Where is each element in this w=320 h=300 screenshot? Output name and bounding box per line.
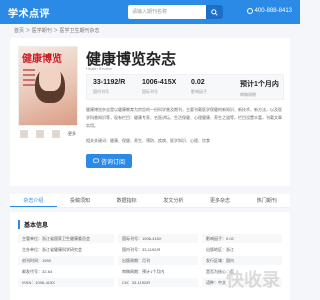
stat-domestic-issn: 33-1192/R 国内刊号: [87, 75, 136, 99]
basic-info-section: 基本信息 主管单位：浙江省国家卫生健康委员会 国际刊号：1006-415X 影响…: [10, 212, 290, 300]
journal-cover-image: 健康博览: [18, 46, 78, 126]
cover-thumbnail[interactable]: [52, 130, 60, 138]
stat-review-period: 预计1个月内 审稿周期: [234, 75, 283, 99]
journal-stats: 33-1192/R 国内刊号 1006-415X 国际刊号 0.02 影响因子 …: [86, 74, 284, 100]
consult-subscribe-button[interactable]: 咨询订阅: [86, 154, 132, 168]
journal-description: 健康博览杂志是以健康教育为宗旨的一份科学普及期刊，主要刊载医学保健的新知识、新技…: [86, 107, 282, 128]
info-cell: 出版周期：月刊: [118, 256, 198, 265]
tab-submission-guide[interactable]: 投稿须知: [57, 194, 104, 207]
stat-label: 影响因子: [191, 89, 207, 94]
chat-icon: [93, 158, 99, 164]
info-cell: ISSN：1006-415X: [18, 278, 114, 287]
journal-card: 健康博览 更多 健康博览杂志 Health Review 33-1192/R 国…: [10, 38, 290, 186]
consult-subscribe-label: 咨询订阅: [100, 159, 125, 166]
tab-publication-analysis[interactable]: 发文分析: [150, 194, 197, 207]
site-logo[interactable]: 学术点评: [8, 5, 50, 20]
phone-contact: 400-888-8413: [246, 8, 292, 14]
watermark-logo: 快收录: [226, 270, 280, 290]
info-cell: 创刊时间：1993: [18, 256, 114, 265]
info-cell: 影响因子：0.02: [202, 234, 282, 243]
info-cell: 主办单位：浙江省健康科学研究会: [22, 246, 82, 252]
info-cell: 国内刊号：33-1192/R: [122, 246, 161, 252]
cover-model-portrait: [35, 67, 65, 103]
search-button[interactable]: [206, 5, 223, 19]
basic-info-heading: 基本信息: [18, 220, 48, 229]
phone-icon: [246, 8, 253, 14]
stat-label: 国内刊号: [93, 89, 109, 94]
breadcrumb[interactable]: 首页 ＞ 医学期刊 ＞ 医学卫生期刊杂志: [14, 27, 100, 34]
stat-value: 1006-415X: [142, 79, 177, 86]
info-cell: 国际刊号：1006-415X: [118, 234, 198, 243]
info-cell: 主管单位：浙江省国家卫生健康委员会: [18, 234, 114, 243]
cover-thumbnails: 更多: [20, 130, 76, 138]
cover-title: 健康博览: [22, 54, 62, 65]
info-cell: 发行区域：国内: [202, 256, 282, 265]
tab-more-journals[interactable]: 更多杂志: [197, 194, 244, 207]
info-cell: 出版地区：浙江: [206, 246, 234, 252]
search-icon: [211, 8, 218, 16]
stat-impact-factor: 0.02 影响因子: [185, 75, 234, 99]
journal-keywords: 相关关键词：健康、保健、养生、预防、疾病、医学知识、心理、饮食: [86, 138, 210, 143]
stat-label: 国际刊号: [142, 89, 158, 94]
info-cell: CN：33-1192/R: [118, 278, 198, 287]
info-cell: 审稿周期：预计1个月内: [122, 268, 165, 274]
cover-text-lines: [23, 69, 35, 89]
stat-label: 审稿周期: [240, 92, 256, 97]
cover-thumbnail[interactable]: [20, 130, 28, 138]
tab-data-metrics[interactable]: 数据指标: [103, 194, 150, 207]
more-thumbnails-link[interactable]: 更多: [68, 131, 76, 137]
stat-value: 0.02: [191, 79, 205, 86]
cover-thumbnail[interactable]: [36, 130, 44, 138]
stat-value: 预计1个月内: [240, 81, 279, 88]
phone-number: 400-888-8413: [254, 8, 292, 14]
journal-subtitle: Health Review: [86, 66, 112, 71]
stat-value: 33-1192/R: [93, 79, 126, 86]
detail-tabs: 杂志介绍 投稿须知 数据指标 发文分析 更多杂志 热门期刊: [10, 194, 290, 208]
tab-journal-intro[interactable]: 杂志介绍: [10, 194, 57, 207]
tab-popular-journals[interactable]: 热门期刊: [243, 194, 290, 207]
stat-international-issn: 1006-415X 国际刊号: [136, 75, 185, 99]
info-cell: 邮发代号：32-64: [22, 268, 53, 274]
